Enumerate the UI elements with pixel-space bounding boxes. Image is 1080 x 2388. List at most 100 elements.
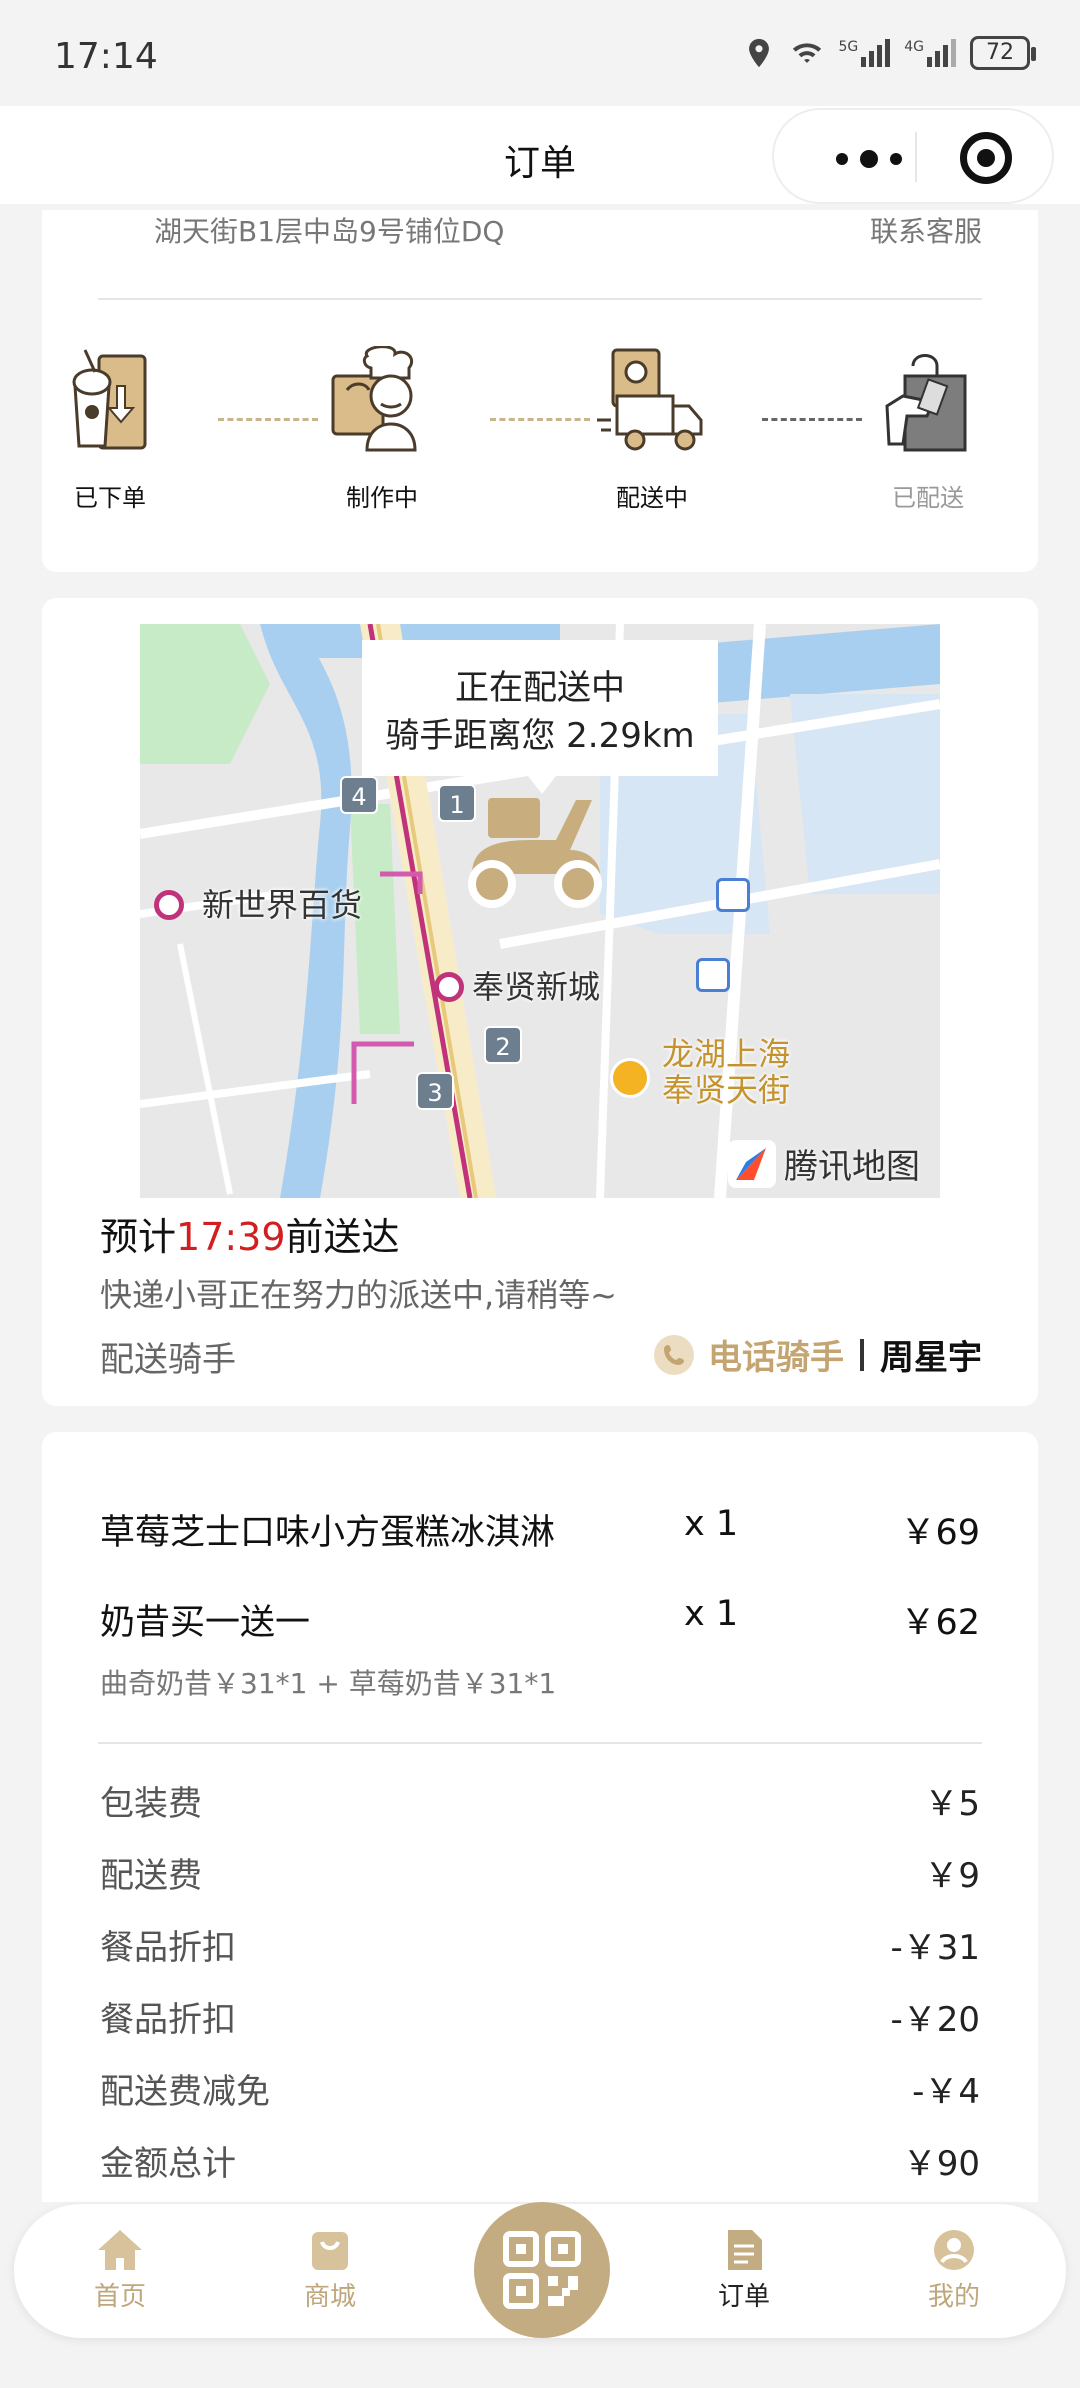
fee-label: 配送费 [100,1856,202,1896]
fee-label: 金额总计 [100,2144,236,2184]
step-connector [762,418,862,421]
chef-icon [331,346,417,452]
profile-icon [934,2230,974,2270]
delivery-truck-icon [597,348,703,451]
map-label-mall: 新世界百货 [202,886,363,924]
step-label: 已下单 [74,484,146,512]
item-price: ￥69 [900,1513,980,1553]
bubble-distance: 骑手距离您 2.29km [385,716,695,756]
home-icon [98,2230,142,2270]
close-mini-program-button[interactable] [960,132,1012,184]
tab-shop[interactable]: 商城 [270,2228,390,2313]
tab-label: 商城 [303,2282,356,2312]
delivery-status-card: 正在配送中 骑手距离您 2.29km 4 1 2 3 新世界百货 奉贤新城 龙湖… [42,598,1038,1406]
tab-label: 我的 [927,2282,980,2312]
location-icon [749,38,770,68]
contact-service-link[interactable]: 联系客服 [870,210,982,250]
rider-actions: 电话骑手 周星宇 [654,1330,982,1379]
fee-value: ￥90 [902,2144,980,2184]
delivery-status-bubble: 正在配送中 骑手距离您 2.29km [362,640,718,794]
map-provider-logo: 腾讯地图 [728,1139,920,1188]
order-progress-card: 湖天街B1层中岛9号铺位DQ 联系客服 已下单 制作中 配送中 已配送 [42,210,1038,572]
battery-icon: 72 [970,36,1036,70]
rider-label: 配送骑手 [100,1340,236,1380]
more-options-button[interactable] [814,144,924,174]
step-preparing: 制作中 [312,346,452,513]
shopping-poi-icon [610,1058,650,1098]
mini-program-capsule [772,108,1054,204]
qr-code-button[interactable] [474,2202,610,2338]
metro-exit-2: 2 [484,1026,522,1064]
store-address: 湖天街B1层中岛9号铺位DQ [154,215,505,248]
courier-message: 快递小哥正在努力的派送中,请稍等~ [100,1276,617,1314]
item-qty: x 1 [684,1504,739,1544]
bus-stop-icon [716,878,750,912]
order-item: 奶昔买一送一 x 1 ￥62 [100,1594,980,1644]
progress-divider [98,298,982,300]
wifi-icon [793,43,822,63]
status-icons: 5G 4G 72 [742,36,1036,70]
status-bar: 17:14 5G 4G 72 [0,0,1080,118]
step-label: 配送中 [616,484,688,512]
milkshake-order-icon [72,349,147,450]
step-connector [490,418,590,421]
metro-exit-3: 3 [416,1072,454,1110]
nav-bar: 订单 [0,106,1080,204]
step-ordered: 已下单 [42,346,180,513]
step-delivered: 已配送 [858,346,998,513]
bus-stop-icon [696,958,730,992]
item-detail: 曲奇奶昔￥31*1 + 草莓奶昔￥31*1 [100,1667,557,1700]
items-divider [98,1742,982,1744]
order-steps: 已下单 制作中 配送中 已配送 [42,346,1038,540]
tencent-map-icon [728,1139,776,1188]
order-item: 草莓芝士口味小方蛋糕冰淇淋 x 1 ￥69 [100,1504,980,1554]
capsule-divider [915,132,917,182]
metro-exit-4: 4 [340,776,378,814]
fee-value: -￥31 [890,1928,980,1968]
metro-icon [154,890,184,920]
store-address-row: 湖天街B1层中岛9号铺位DQ 联系客服 [42,210,1038,248]
shopping-bag-icon [885,354,967,452]
map-label-poi: 龙湖上海 奉贤天街 [662,1036,790,1108]
map-provider-name: 腾讯地图 [784,1147,920,1187]
tab-profile[interactable]: 我的 [894,2228,1014,2313]
fee-label: 餐品折扣 [100,1928,236,1968]
fee-value: ￥9 [924,1856,980,1896]
tab-orders[interactable]: 订单 [684,2228,804,2313]
item-name: 草莓芝士口味小方蛋糕冰淇淋 [100,1513,556,1553]
eta-suffix: 前送达 [285,1215,400,1259]
tab-home[interactable]: 首页 [60,2228,180,2313]
shop-bag-icon [312,2232,348,2270]
poi-name-line2: 奉贤天街 [662,1071,791,1109]
status-time: 17:14 [54,36,158,77]
step-connector [218,418,318,421]
eta-prefix: 预计 [100,1215,177,1259]
metro-station-icon [434,972,464,1002]
item-qty: x 1 [684,1594,739,1634]
tab-label: 首页 [93,2282,146,2312]
fee-label: 餐品折扣 [100,2000,236,2040]
tab-label: 订单 [717,2282,770,2312]
rider-separator [860,1338,864,1371]
order-items-card: 草莓芝士口味小方蛋糕冰淇淋 x 1 ￥69 奶昔买一送一 x 1 ￥62 曲奇奶… [42,1432,1038,2202]
step-label: 已配送 [892,484,964,512]
step-label: 制作中 [346,484,418,512]
call-rider-label: 电话骑手 [708,1338,844,1378]
delivery-map[interactable]: 正在配送中 骑手距离您 2.29km 4 1 2 3 新世界百货 奉贤新城 龙湖… [140,624,940,1198]
fee-label: 包装费 [100,1784,202,1824]
order-document-icon [728,2230,762,2270]
fee-value: -￥4 [912,2072,980,2112]
phone-icon [654,1334,694,1375]
qr-code-icon [503,2231,581,2309]
rider-name: 周星宇 [880,1338,982,1378]
step-delivering: 配送中 [582,346,722,513]
fee-value: -￥20 [890,2000,980,2040]
metro-exit-1: 1 [438,784,476,822]
fee-label: 配送费减免 [100,2072,270,2112]
eta-time: 17:39 [176,1215,286,1259]
poi-name-line1: 龙湖上海 [662,1035,791,1073]
item-price: ￥62 [900,1603,980,1643]
call-rider-button[interactable]: 电话骑手 [654,1330,844,1379]
bubble-status: 正在配送中 [455,668,625,708]
map-label-station: 奉贤新城 [472,968,601,1006]
